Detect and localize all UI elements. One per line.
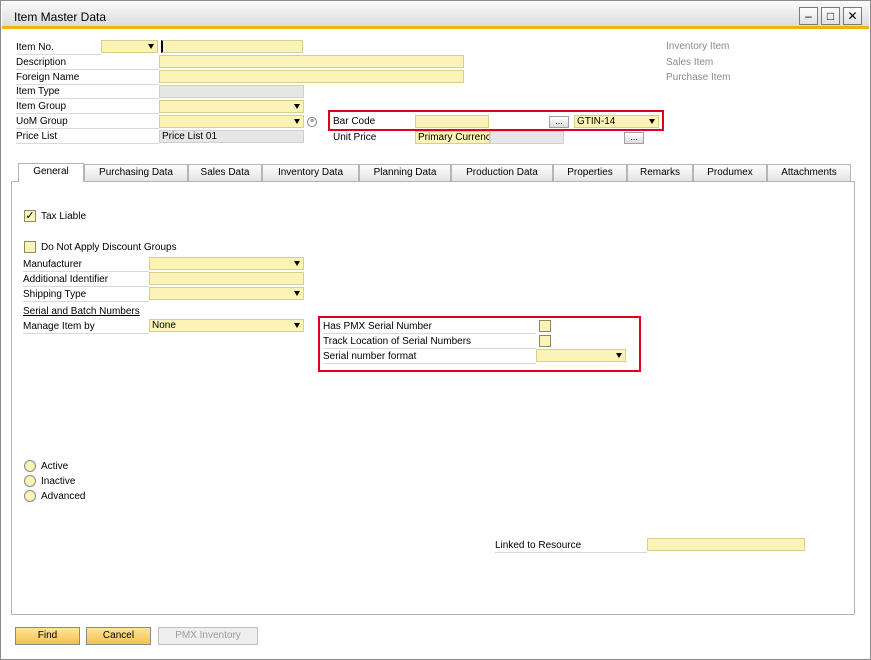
foreign-name-underline xyxy=(16,84,159,85)
manage-item-by-dropdown[interactable]: None xyxy=(149,319,304,332)
item-group-dropdown[interactable] xyxy=(159,100,304,113)
manage-item-by-underline xyxy=(23,333,149,334)
tab-general[interactable]: General xyxy=(18,163,84,182)
foreign-name-label: Foreign Name xyxy=(16,72,80,83)
item-type-label: Item Type xyxy=(16,86,60,97)
inactive-radio[interactable] xyxy=(24,475,36,487)
item-group-label: Item Group xyxy=(16,101,67,112)
pmx-serial-checkbox[interactable] xyxy=(539,320,551,332)
linked-resource-underline xyxy=(495,552,647,553)
cancel-button[interactable]: Cancel xyxy=(86,627,151,645)
tab-inventory-data[interactable]: Inventory Data xyxy=(262,164,359,181)
tab-attachments[interactable]: Attachments xyxy=(767,164,851,181)
purchase-item-check[interactable]: Purchase Item xyxy=(666,72,730,83)
no-discount-checkbox[interactable] xyxy=(24,241,36,253)
active-radio[interactable] xyxy=(24,460,36,472)
track-location-label: Track Location of Serial Numbers xyxy=(323,336,472,347)
unit-price-input xyxy=(490,131,564,144)
additional-identifier-label: Additional Identifier xyxy=(23,274,109,285)
active-label: Active xyxy=(41,461,69,472)
item-no-underline xyxy=(16,54,101,55)
tax-liable-label: Tax Liable xyxy=(41,211,87,222)
close-button[interactable]: ✕ xyxy=(843,7,862,25)
shipping-type-dropdown[interactable] xyxy=(149,287,304,300)
close-icon: ✕ xyxy=(847,9,858,23)
description-label: Description xyxy=(16,57,67,68)
pmx-inventory-button[interactable]: PMX Inventory xyxy=(158,627,258,645)
maximize-icon: □ xyxy=(826,9,835,23)
item-no-label: Item No. xyxy=(16,42,54,53)
description-input[interactable] xyxy=(159,55,464,68)
price-list-label: Price List xyxy=(16,131,58,142)
uom-group-dropdown[interactable] xyxy=(159,115,304,128)
window-title: Item Master Data xyxy=(14,10,107,24)
tab-planning-data[interactable]: Planning Data xyxy=(359,164,451,181)
advanced-label: Advanced xyxy=(41,491,86,502)
item-type-underline xyxy=(16,98,159,99)
item-master-window: Item Master Data – □ ✕ Item No. Descript… xyxy=(0,0,871,660)
manage-item-by-label: Manage Item by xyxy=(23,321,95,332)
tab-purchasing-data[interactable]: Purchasing Data xyxy=(84,164,188,181)
pmx-serial-underline xyxy=(323,333,536,334)
additional-identifier-input[interactable] xyxy=(149,272,304,285)
bar-code-browse-button[interactable]: ... xyxy=(549,116,569,128)
sales-item-check[interactable]: Sales Item xyxy=(666,57,713,68)
price-list-field: Price List 01 xyxy=(159,130,304,143)
minimize-icon: – xyxy=(805,9,812,23)
manufacturer-label: Manufacturer xyxy=(23,259,82,270)
track-location-checkbox[interactable] xyxy=(539,335,551,347)
barcode-type-dropdown[interactable]: GTIN-14 xyxy=(574,115,659,128)
unit-price-currency[interactable]: Primary Currenc xyxy=(415,131,490,144)
serial-batch-section-title: Serial and Batch Numbers xyxy=(23,306,140,317)
uom-info-icon[interactable]: ≡ xyxy=(307,117,317,127)
description-underline xyxy=(16,69,159,70)
find-button[interactable]: Find xyxy=(15,627,80,645)
shipping-type-label: Shipping Type xyxy=(23,289,87,300)
inventory-item-check[interactable]: Inventory Item xyxy=(666,41,729,52)
unit-price-label: Unit Price xyxy=(333,132,377,143)
item-type-field xyxy=(159,85,304,98)
tab-properties[interactable]: Properties xyxy=(553,164,627,181)
title-bar: Item Master Data – □ ✕ xyxy=(2,2,869,29)
bar-code-label: Bar Code xyxy=(333,116,376,127)
price-list-underline xyxy=(16,143,159,144)
tax-liable-checkbox[interactable]: ✓ xyxy=(24,210,36,222)
inactive-label: Inactive xyxy=(41,476,76,487)
pmx-serial-label: Has PMX Serial Number xyxy=(323,321,432,332)
item-no-series-dropdown[interactable] xyxy=(101,40,158,53)
unit-price-browse-button[interactable]: ... xyxy=(624,132,644,144)
item-no-input[interactable] xyxy=(161,40,303,53)
bar-code-input[interactable] xyxy=(415,115,489,128)
uom-group-label: UoM Group xyxy=(16,116,68,127)
maximize-button[interactable]: □ xyxy=(821,7,840,25)
track-location-underline xyxy=(323,348,536,349)
advanced-radio[interactable] xyxy=(24,490,36,502)
foreign-name-input[interactable] xyxy=(159,70,464,83)
linked-resource-input[interactable] xyxy=(647,538,805,551)
linked-resource-label: Linked to Resource xyxy=(495,540,582,551)
item-group-underline xyxy=(16,113,159,114)
tab-sales-data[interactable]: Sales Data xyxy=(188,164,262,181)
tab-produmex[interactable]: Produmex xyxy=(693,164,767,181)
minimize-button[interactable]: – xyxy=(799,7,818,25)
tab-remarks[interactable]: Remarks xyxy=(627,164,693,181)
serial-format-dropdown[interactable] xyxy=(536,349,626,362)
manufacturer-underline xyxy=(23,271,149,272)
tab-production-data[interactable]: Production Data xyxy=(451,164,553,181)
manufacturer-dropdown[interactable] xyxy=(149,257,304,270)
serial-format-underline xyxy=(323,363,536,364)
additional-identifier-underline xyxy=(23,286,149,287)
shipping-type-underline xyxy=(23,301,149,302)
uom-group-underline xyxy=(16,128,159,129)
no-discount-label: Do Not Apply Discount Groups xyxy=(41,242,177,253)
serial-format-label: Serial number format xyxy=(323,351,417,362)
